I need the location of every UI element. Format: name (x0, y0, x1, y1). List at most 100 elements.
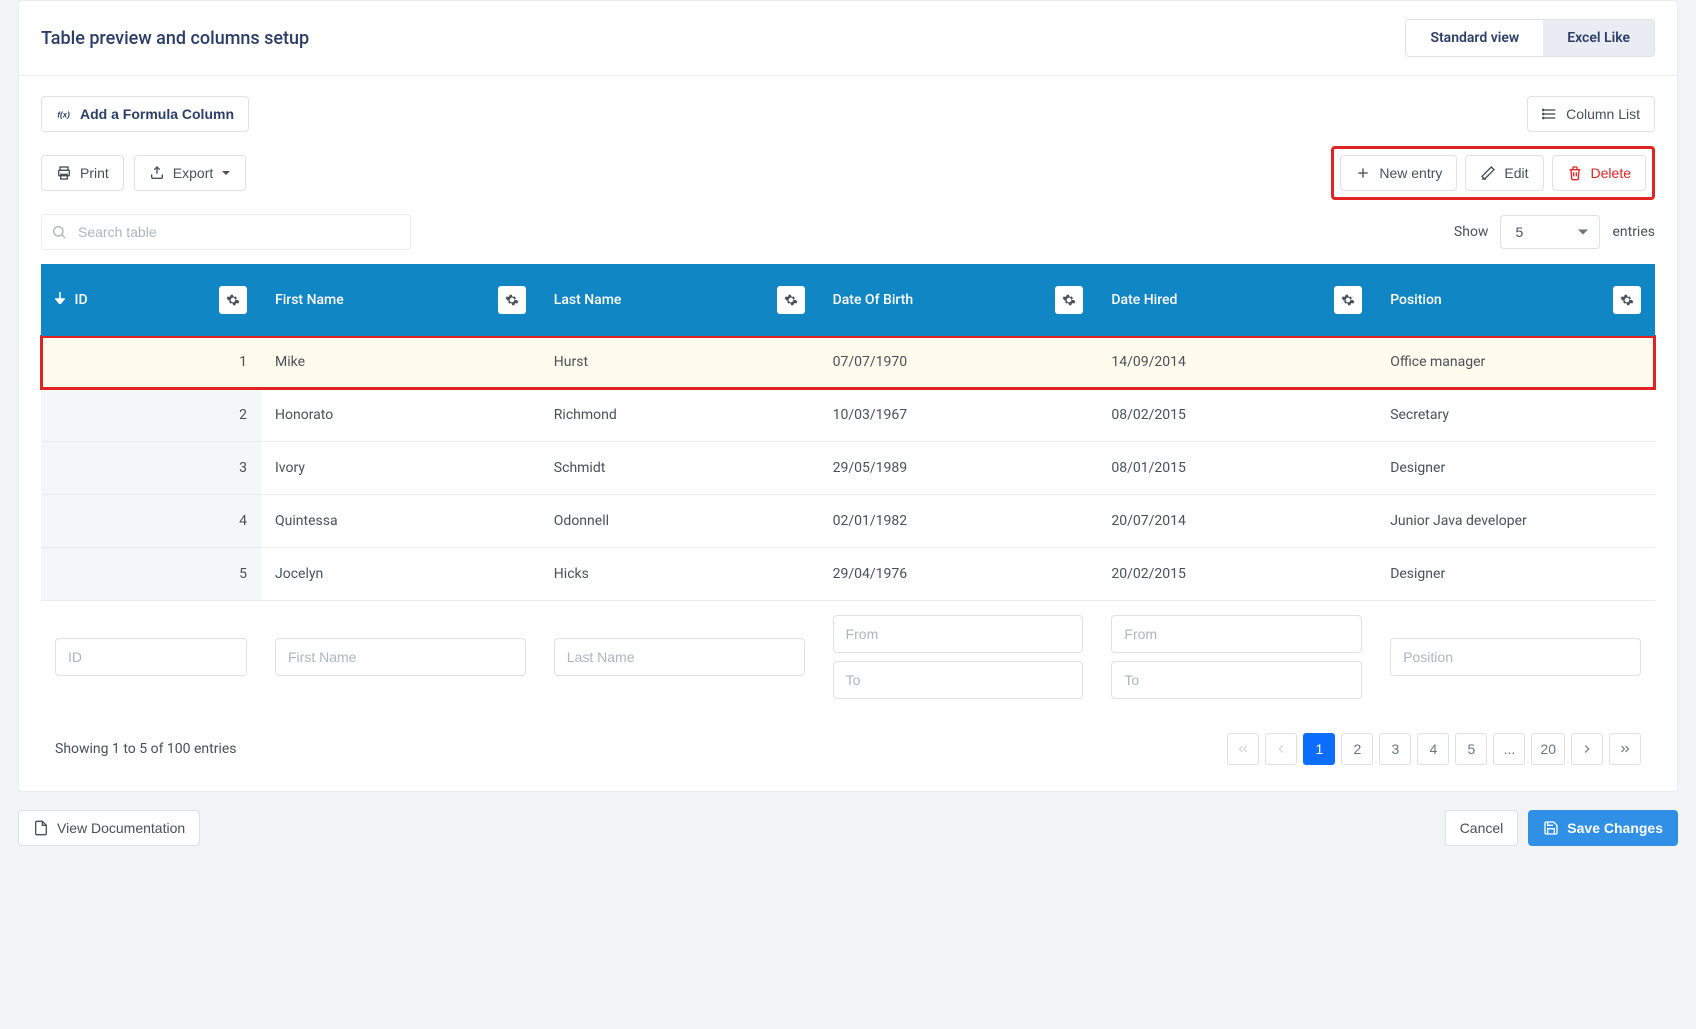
trash-icon (1567, 165, 1583, 181)
save-changes-button[interactable]: Save Changes (1528, 810, 1678, 846)
col-hired-settings[interactable] (1334, 286, 1362, 314)
pagination: 12345...20 (1227, 733, 1641, 765)
column-list-button[interactable]: Column List (1527, 96, 1655, 132)
cell-hired: 08/01/2015 (1097, 442, 1376, 495)
cell-position: Designer (1376, 442, 1655, 495)
filter-dob-to[interactable] (833, 661, 1084, 699)
col-header-first-name[interactable]: First Name (261, 264, 540, 336)
cell-position: Secretary (1376, 389, 1655, 442)
search-input-wrap (41, 214, 411, 250)
cell-id: 4 (41, 495, 261, 548)
page-title: Table preview and columns setup (41, 28, 309, 49)
edit-button[interactable]: Edit (1465, 155, 1543, 191)
page-size-select[interactable]: 5 (1500, 215, 1600, 249)
cell-dob: 29/05/1989 (819, 442, 1098, 495)
page-2[interactable]: 2 (1341, 733, 1373, 765)
action-buttons-highlight: New entry Edit Delete (1331, 146, 1655, 200)
add-formula-column-button[interactable]: f(x) Add a Formula Column (41, 96, 249, 132)
page-ellipsis: ... (1493, 733, 1525, 765)
col-id-settings[interactable] (219, 286, 247, 314)
col-hired-label: Date Hired (1111, 292, 1177, 308)
cell-last-name: Schmidt (540, 442, 819, 495)
new-entry-button[interactable]: New entry (1340, 155, 1457, 191)
cell-id: 3 (41, 442, 261, 495)
entries-label: entries (1612, 224, 1655, 240)
cell-first-name: Jocelyn (261, 548, 540, 601)
view-documentation-button[interactable]: View Documentation (18, 810, 200, 846)
tab-standard-view[interactable]: Standard view (1406, 20, 1543, 56)
col-last-name-settings[interactable] (777, 286, 805, 314)
add-formula-label: Add a Formula Column (80, 106, 234, 122)
page-1[interactable]: 1 (1303, 733, 1335, 765)
print-label: Print (80, 165, 109, 181)
filter-first-name[interactable] (275, 638, 526, 676)
page-4[interactable]: 4 (1417, 733, 1449, 765)
filter-position[interactable] (1390, 638, 1641, 676)
page-first[interactable] (1227, 733, 1259, 765)
view-toggle: Standard view Excel Like (1405, 19, 1655, 57)
filter-hired-from[interactable] (1111, 615, 1362, 653)
col-header-last-name[interactable]: Last Name (540, 264, 819, 336)
page-next[interactable] (1571, 733, 1603, 765)
filter-dob-from[interactable] (833, 615, 1084, 653)
table-row[interactable]: 2HonoratoRichmond10/03/196708/02/2015Sec… (41, 389, 1655, 442)
col-dob-settings[interactable] (1055, 286, 1083, 314)
delete-button[interactable]: Delete (1552, 155, 1646, 191)
col-header-position[interactable]: Position (1376, 264, 1655, 336)
page-last[interactable] (1609, 733, 1641, 765)
pencil-icon (1480, 165, 1496, 181)
page-prev[interactable] (1265, 733, 1297, 765)
print-button[interactable]: Print (41, 155, 124, 191)
table-row[interactable]: 1MikeHurst07/07/197014/09/2014Office man… (41, 336, 1655, 389)
sort-desc-icon (55, 292, 68, 308)
filter-hired-to[interactable] (1111, 661, 1362, 699)
cell-hired: 20/02/2015 (1097, 548, 1376, 601)
cell-dob: 29/04/1976 (819, 548, 1098, 601)
table-row[interactable]: 4QuintessaOdonnell02/01/198220/07/2014Ju… (41, 495, 1655, 548)
search-input[interactable] (41, 214, 411, 250)
col-header-id[interactable]: ID (41, 264, 261, 336)
cancel-button[interactable]: Cancel (1445, 810, 1519, 846)
cell-id: 1 (41, 336, 261, 389)
page-3[interactable]: 3 (1379, 733, 1411, 765)
cancel-label: Cancel (1460, 820, 1504, 836)
export-button[interactable]: Export (134, 155, 246, 191)
svg-text:f(x): f(x) (57, 110, 70, 119)
cell-id: 2 (41, 389, 261, 442)
save-icon (1543, 820, 1559, 836)
col-header-dob[interactable]: Date Of Birth (819, 264, 1098, 336)
page-5[interactable]: 5 (1455, 733, 1487, 765)
cell-last-name: Hurst (540, 336, 819, 389)
filter-last-name[interactable] (554, 638, 805, 676)
export-icon (149, 165, 165, 181)
export-label: Export (173, 165, 213, 181)
col-position-settings[interactable] (1613, 286, 1641, 314)
cell-dob: 02/01/1982 (819, 495, 1098, 548)
cell-first-name: Quintessa (261, 495, 540, 548)
col-position-label: Position (1390, 292, 1442, 308)
col-header-hired[interactable]: Date Hired (1097, 264, 1376, 336)
caret-down-icon (221, 168, 231, 178)
table-row[interactable]: 3IvorySchmidt29/05/198908/01/2015Designe… (41, 442, 1655, 495)
filter-id[interactable] (55, 638, 247, 676)
cell-first-name: Ivory (261, 442, 540, 495)
new-entry-label: New entry (1379, 165, 1442, 181)
cell-first-name: Mike (261, 336, 540, 389)
document-icon (33, 820, 49, 836)
cell-position: Designer (1376, 548, 1655, 601)
col-first-name-settings[interactable] (498, 286, 526, 314)
cell-hired: 20/07/2014 (1097, 495, 1376, 548)
edit-label: Edit (1504, 165, 1528, 181)
table-row[interactable]: 5JocelynHicks29/04/197620/02/2015Designe… (41, 548, 1655, 601)
cell-last-name: Hicks (540, 548, 819, 601)
column-list-label: Column List (1566, 106, 1640, 122)
col-id-label: ID (74, 292, 87, 308)
data-table: ID First Name (41, 264, 1655, 713)
cell-dob: 07/07/1970 (819, 336, 1098, 389)
cell-first-name: Honorato (261, 389, 540, 442)
tab-excel-like[interactable]: Excel Like (1543, 20, 1654, 56)
cell-hired: 08/02/2015 (1097, 389, 1376, 442)
formula-icon: f(x) (56, 106, 72, 122)
col-last-name-label: Last Name (554, 292, 622, 308)
page-20[interactable]: 20 (1531, 733, 1565, 765)
